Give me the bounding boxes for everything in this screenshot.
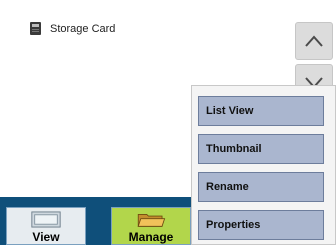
screen: Storage Card View Manage List View Thumb… [0,0,336,245]
storage-card-item[interactable]: Storage Card [30,22,115,35]
menu-item-thumbnail[interactable]: Thumbnail [198,134,324,164]
menu-item-rename[interactable]: Rename [198,172,324,202]
folder-icon [137,213,166,227]
storage-card-label: Storage Card [50,22,116,35]
sd-card-icon [30,22,41,35]
view-icon [31,211,61,228]
context-menu: List View Thumbnail Rename Properties [191,85,336,245]
scroll-up-button[interactable] [295,22,333,60]
view-button[interactable]: View [6,207,86,245]
menu-item-properties[interactable]: Properties [198,210,324,240]
manage-button[interactable]: Manage [111,207,191,245]
menu-item-list-view[interactable]: List View [198,96,324,126]
view-label: View [32,230,60,244]
manage-label: Manage [128,230,174,244]
chevron-up-icon [305,35,323,47]
